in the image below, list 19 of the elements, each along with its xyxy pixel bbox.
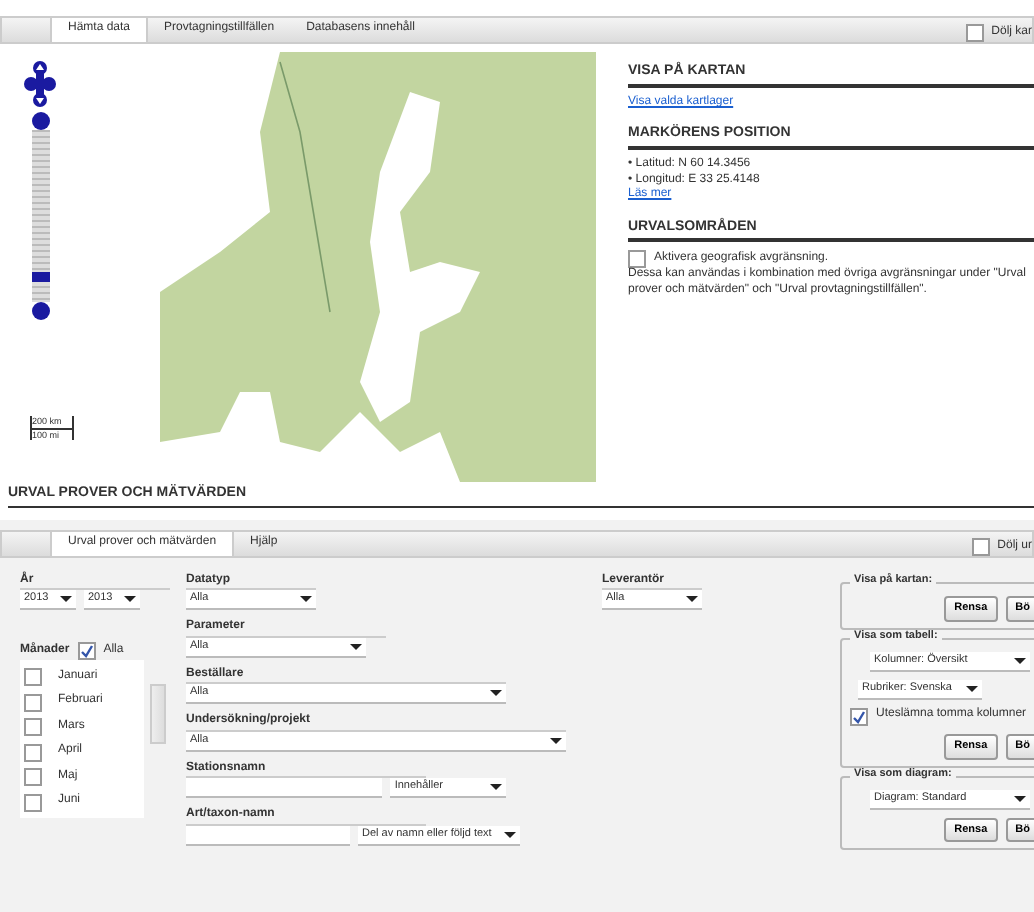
checkbox[interactable] (77, 642, 96, 661)
checkbox[interactable] (628, 250, 646, 269)
pan-control-icon[interactable] (24, 60, 56, 108)
checkbox[interactable] (971, 537, 990, 556)
checkbox[interactable] (850, 707, 868, 726)
text-field[interactable] (186, 825, 350, 846)
checkbox[interactable] (965, 24, 984, 42)
zoom-out-button[interactable] (31, 302, 49, 320)
scrollbar[interactable] (150, 684, 166, 745)
checkbox[interactable] (24, 768, 42, 786)
checkbox[interactable] (24, 718, 42, 736)
text-field[interactable] (186, 778, 383, 799)
zoom-in-button[interactable] (31, 112, 49, 130)
zoom-slider[interactable] (31, 130, 49, 302)
checkbox[interactable] (24, 793, 42, 811)
checkbox[interactable] (24, 668, 42, 686)
zoom-slider-thumb[interactable] (31, 272, 49, 283)
checkbox[interactable] (24, 693, 42, 711)
checkbox[interactable] (24, 743, 42, 761)
